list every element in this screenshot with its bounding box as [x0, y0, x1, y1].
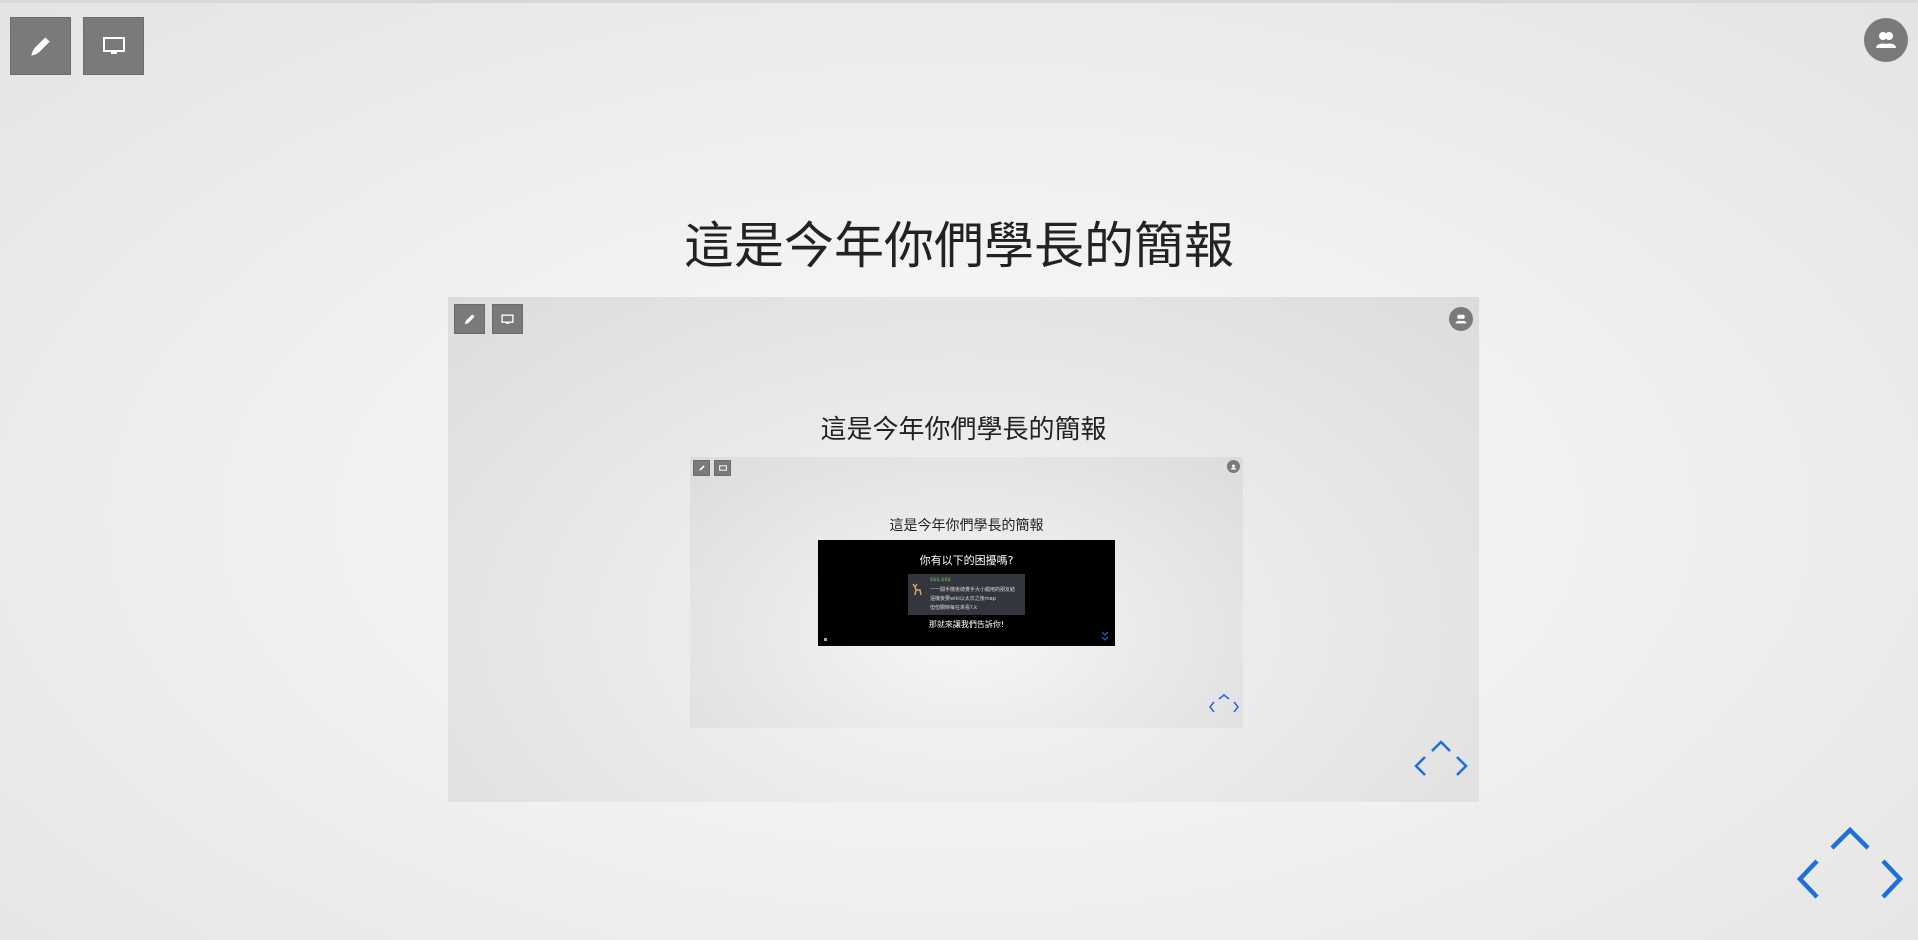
pencil-icon: [698, 465, 705, 471]
pencil-icon: [30, 37, 50, 56]
navigation-arrows-icon[interactable]: [1795, 826, 1905, 906]
presentation-viewer: 這是今年你們學長的簡報 這是今年你們學長的簡報 這是今年你們學長的簡報 你有以下…: [0, 0, 1918, 940]
card-line: 一一開手機後總覺手大小錯用的朋友結: [930, 587, 1016, 593]
embedded-slide-preview: 你有以下的困擾嗎? $$$,$$$ 一一開手機後總覺手大小錯用的朋友結 遠機後要…: [818, 540, 1115, 646]
users-button[interactable]: [1864, 18, 1908, 62]
draw-button[interactable]: [693, 460, 710, 476]
users-icon: [1876, 32, 1896, 48]
chevron-down-icon: [1101, 631, 1109, 641]
monitor-icon: [501, 313, 514, 324]
screen-button[interactable]: [492, 304, 523, 334]
embedded-post-card: $$$,$$$ 一一開手機後總覺手大小錯用的朋友結 遠機後要wiki以太次之後m…: [908, 574, 1025, 615]
nested-presentation-frame: 這是今年你們學長的簡報 你有以下的困擾嗎? $$$,$$$ 一一開手機後總覺手大…: [690, 457, 1243, 728]
slide-title: 這是今年你們學長的簡報: [684, 217, 1234, 275]
screen-button[interactable]: [714, 460, 731, 476]
pencil-icon: [464, 314, 475, 325]
embedded-slide-title: 你有以下的困擾嗎?: [919, 554, 1014, 567]
deer-icon: [912, 583, 922, 596]
users-icon: [1230, 463, 1237, 470]
screen-button[interactable]: [83, 17, 144, 75]
slide-title: 這是今年你們學長的簡報: [820, 415, 1107, 445]
slide-navigation[interactable]: [1412, 739, 1470, 781]
slide-navigation[interactable]: [1208, 693, 1240, 715]
users-button[interactable]: [1227, 460, 1240, 473]
users-icon: [1455, 314, 1467, 324]
navigation-arrows-icon[interactable]: [1208, 693, 1240, 715]
monitor-icon: [718, 464, 727, 471]
slide-navigation[interactable]: [1795, 826, 1905, 906]
users-button[interactable]: [1449, 307, 1473, 331]
card-line: 遠機後要wiki以太次之後map: [930, 596, 996, 602]
draw-button[interactable]: [10, 17, 71, 75]
embedded-slide-indicator: [824, 638, 827, 641]
embedded-slide-footer: 那就來讓我們告訴你!: [928, 620, 1005, 629]
navigation-arrows-icon[interactable]: [1412, 739, 1470, 781]
slide-title: 這是今年你們學長的簡報: [889, 518, 1044, 534]
card-line: 但但關時每在來看?.k: [930, 605, 978, 611]
card-line: $$$,$$$: [930, 577, 951, 583]
nested-presentation-frame: 這是今年你們學長的簡報 這是今年你們學長的簡報 你有以下的困擾嗎? $$$,$$…: [448, 297, 1479, 802]
draw-button[interactable]: [454, 304, 485, 334]
monitor-icon: [102, 37, 125, 54]
